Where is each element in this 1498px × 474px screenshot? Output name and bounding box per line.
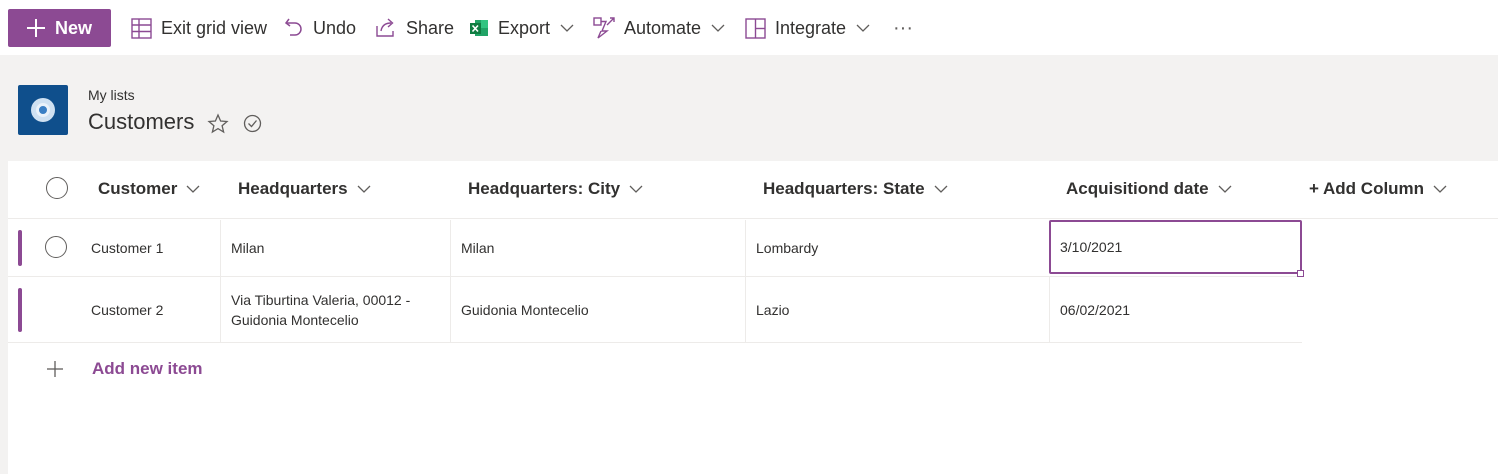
add-new-item-button[interactable]: Add new item (46, 359, 203, 379)
more-options-button[interactable]: ··· (893, 14, 913, 42)
excel-icon (470, 20, 488, 36)
export-button[interactable]: Export (469, 14, 574, 42)
add-column-button[interactable]: + Add Column (1309, 179, 1447, 199)
column-header-state[interactable]: Headquarters: State (763, 179, 948, 199)
add-column-label: + Add Column (1309, 179, 1425, 198)
undo-button[interactable]: Undo (284, 14, 356, 42)
cell-state[interactable]: Lazio (745, 277, 1049, 342)
table-row[interactable]: Customer 1 Milan Milan Lombardy 3/10/202… (8, 220, 1304, 277)
row-select-checkbox[interactable] (45, 236, 67, 258)
chevron-down-icon (186, 185, 200, 193)
integrate-button[interactable]: Integrate (745, 14, 870, 42)
new-button-label: New (55, 18, 93, 38)
plus-icon (47, 361, 63, 377)
cell-headquarters[interactable]: Via Tiburtina Valeria, 00012 - Guidonia … (220, 277, 450, 342)
column-header-label: Acquisitiond date (1066, 179, 1209, 198)
list-logo (18, 85, 68, 135)
share-label: Share (406, 17, 455, 38)
cell-acquisition-date[interactable]: 3/10/2021 (1049, 220, 1302, 274)
column-header-customer[interactable]: Customer (98, 179, 200, 199)
cell-customer[interactable]: Customer 2 (91, 277, 220, 342)
star-icon[interactable] (207, 113, 229, 135)
cell-headquarters[interactable]: Milan (220, 220, 450, 276)
cell-customer[interactable]: Customer 1 (91, 220, 220, 276)
new-button[interactable]: New (8, 9, 111, 47)
column-header-label: Headquarters: State (763, 179, 925, 198)
plus-icon (26, 18, 46, 38)
cell-state[interactable]: Lombardy (745, 220, 1049, 276)
automate-icon (593, 17, 615, 39)
page-title: Customers (88, 109, 195, 134)
chevron-down-icon (711, 24, 725, 32)
more-icon: ··· (893, 16, 913, 39)
chevron-down-icon (856, 24, 870, 32)
fill-handle[interactable] (1297, 270, 1304, 277)
breadcrumb[interactable]: My lists (88, 87, 135, 103)
integrate-label: Integrate (775, 17, 847, 38)
share-icon (376, 18, 394, 37)
row-indicator (18, 230, 22, 266)
undo-icon (284, 18, 302, 36)
cell-city[interactable]: Milan (450, 220, 745, 276)
exit-grid-view-button[interactable]: Exit grid view (131, 14, 267, 42)
chevron-down-icon (934, 185, 948, 193)
export-label: Export (498, 17, 551, 38)
chevron-down-icon (629, 185, 643, 193)
exit-grid-view-label: Exit grid view (161, 17, 268, 38)
check-circle-icon[interactable] (243, 114, 262, 133)
table-row[interactable]: Customer 2 Via Tiburtina Valeria, 00012 … (8, 277, 1302, 343)
row-indicator (18, 288, 22, 332)
automate-button[interactable]: Automate (593, 14, 725, 42)
add-new-item-label: Add new item (92, 359, 203, 378)
column-header-label: Headquarters (238, 179, 348, 198)
column-header-city[interactable]: Headquarters: City (468, 179, 643, 199)
grid-icon (131, 17, 152, 39)
share-button[interactable]: Share (375, 14, 454, 42)
column-header-label: Headquarters: City (468, 179, 621, 198)
cell-city[interactable]: Guidonia Montecelio (450, 277, 745, 342)
select-all-checkbox[interactable] (46, 177, 68, 199)
chevron-down-icon (1433, 185, 1447, 193)
cell-acquisition-date[interactable]: 06/02/2021 (1049, 277, 1302, 342)
list-icon (31, 98, 55, 122)
automate-label: Automate (624, 17, 702, 38)
column-header-row: Customer Headquarters Headquarters: City… (8, 161, 1498, 219)
column-header-label: Customer (98, 179, 178, 198)
command-bar: New Exit grid view Undo Share Export Aut… (0, 0, 1498, 55)
column-header-acquisition-date[interactable]: Acquisitiond date (1066, 179, 1232, 199)
integrate-icon (745, 17, 766, 39)
column-header-headquarters[interactable]: Headquarters (238, 179, 371, 199)
list-grid: Customer Headquarters Headquarters: City… (8, 161, 1498, 474)
chevron-down-icon (1218, 185, 1232, 193)
chevron-down-icon (560, 24, 574, 32)
undo-label: Undo (313, 17, 357, 38)
chevron-down-icon (357, 185, 371, 193)
